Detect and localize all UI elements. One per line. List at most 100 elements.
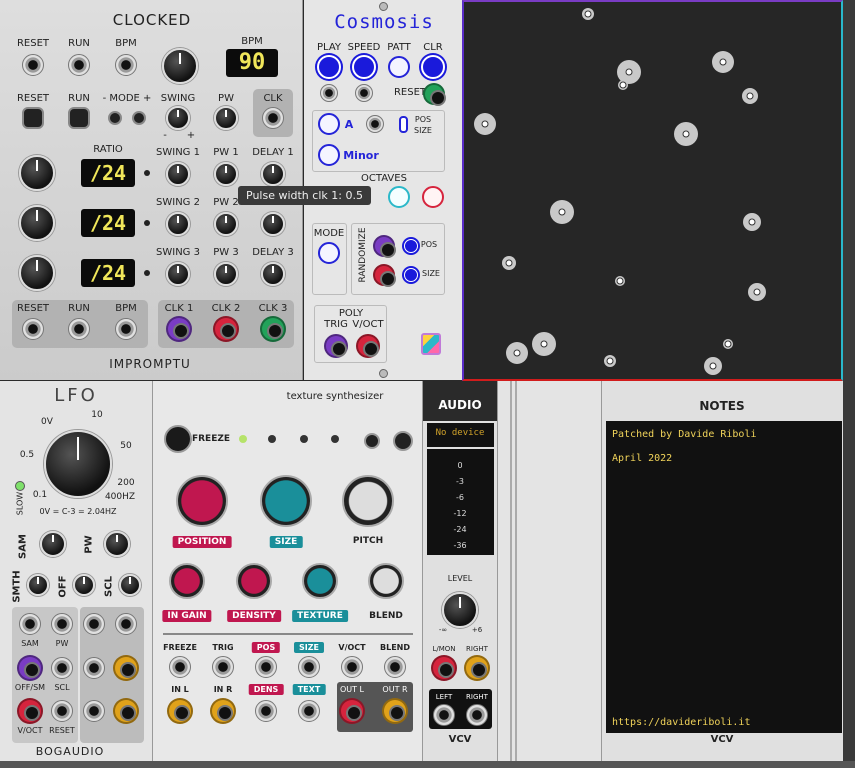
blend-jack[interactable]	[384, 656, 406, 678]
voct-jack[interactable]	[341, 656, 363, 678]
clk-out-jack[interactable]	[262, 107, 284, 129]
bpm-knob[interactable]	[162, 48, 198, 84]
out-r-jack[interactable]	[382, 698, 408, 724]
notes-text: Patched by Davide Riboli April 2022	[612, 429, 757, 464]
ratio-knob-3[interactable]	[19, 255, 55, 291]
clk1-out-jack[interactable]	[166, 316, 192, 342]
pitch-knob[interactable]	[342, 475, 394, 527]
in-gain-knob[interactable]	[169, 563, 205, 599]
text-jack[interactable]	[298, 700, 320, 722]
smth-knob[interactable]	[27, 574, 49, 596]
pw-label: PW	[83, 535, 95, 554]
mode-plus-button[interactable]	[132, 111, 146, 125]
dens-jack[interactable]	[255, 700, 277, 722]
in-r-jack[interactable]	[210, 698, 236, 724]
frequency-knob[interactable]	[44, 430, 112, 498]
swing1-knob[interactable]	[166, 162, 190, 186]
play-button[interactable]	[317, 55, 341, 79]
octave-knob-red[interactable]	[422, 186, 444, 208]
scl-jack[interactable]	[51, 657, 73, 679]
random-pos-button[interactable]	[404, 239, 418, 253]
run-out-jack[interactable]	[68, 318, 90, 340]
size-knob[interactable]	[260, 475, 312, 527]
play-jack[interactable]	[320, 84, 338, 102]
pos-jack[interactable]	[255, 656, 277, 678]
sine-out-jack[interactable]	[83, 613, 105, 635]
reset-jack[interactable]	[51, 700, 73, 722]
reset-jack[interactable]	[423, 83, 446, 106]
left-out-jack[interactable]	[433, 704, 455, 726]
clk2-out-jack[interactable]	[213, 316, 239, 342]
random-purple-jack[interactable]	[373, 235, 396, 258]
mode-knob[interactable]	[318, 242, 340, 264]
cosmosis-display[interactable]	[462, 0, 843, 381]
mode-button[interactable]	[393, 431, 413, 451]
root-jack[interactable]	[366, 115, 384, 133]
pw2-knob[interactable]	[214, 212, 238, 236]
reset-in-jack[interactable]	[22, 54, 44, 76]
triangle-out-jack[interactable]	[115, 613, 137, 635]
quality-button[interactable]	[364, 433, 380, 449]
position-knob[interactable]	[176, 475, 228, 527]
reset-out-jack[interactable]	[22, 318, 44, 340]
speed-jack[interactable]	[355, 84, 373, 102]
root-knob[interactable]	[318, 113, 340, 135]
freeze-button[interactable]	[164, 425, 192, 453]
pw-knob[interactable]	[104, 531, 130, 557]
lmon-jack[interactable]	[431, 655, 457, 681]
right-in-jack[interactable]	[464, 655, 490, 681]
run-in-jack[interactable]	[68, 54, 90, 76]
ratio-knob-2[interactable]	[19, 205, 55, 241]
slow-led[interactable]	[15, 481, 25, 491]
pw3-knob[interactable]	[214, 262, 238, 286]
bpm-out-jack[interactable]	[115, 318, 137, 340]
blend-knob[interactable]	[368, 563, 404, 599]
swing2-knob[interactable]	[166, 212, 190, 236]
trig-out-jack[interactable]	[324, 334, 348, 358]
delay1-knob[interactable]	[261, 162, 285, 186]
sam-jack[interactable]	[19, 613, 41, 635]
offsm-jack[interactable]	[17, 655, 43, 681]
density-knob[interactable]	[236, 563, 272, 599]
mode-minus-button[interactable]	[108, 111, 122, 125]
scl-knob[interactable]	[119, 574, 141, 596]
off-knob[interactable]	[73, 574, 95, 596]
random-size-button[interactable]	[404, 268, 418, 282]
patt-knob[interactable]	[388, 56, 410, 78]
reset-button[interactable]	[22, 107, 44, 129]
density-label: DENSITY	[227, 610, 281, 622]
right-out-jack[interactable]	[466, 704, 488, 726]
speed-knob[interactable]	[352, 55, 376, 79]
pw1-knob[interactable]	[214, 162, 238, 186]
in-l-jack[interactable]	[167, 698, 193, 724]
steps-out-jack[interactable]	[113, 698, 139, 724]
notes-text-area[interactable]	[606, 421, 842, 733]
bpm-in-jack[interactable]	[115, 54, 137, 76]
voct-out-jack[interactable]	[356, 334, 380, 358]
square-out-jack[interactable]	[113, 655, 139, 681]
level-knob[interactable]	[442, 592, 478, 628]
delay2-knob[interactable]	[261, 212, 285, 236]
swing3-knob[interactable]	[166, 262, 190, 286]
pw-jack[interactable]	[51, 613, 73, 635]
clr-button[interactable]	[421, 55, 445, 79]
saw-out-jack[interactable]	[83, 657, 105, 679]
ramp-out-jack[interactable]	[83, 700, 105, 722]
ratio-knob-1[interactable]	[19, 155, 55, 191]
scale-knob[interactable]	[318, 144, 340, 166]
out-l-jack[interactable]	[339, 698, 365, 724]
run-button[interactable]	[68, 107, 90, 129]
pw-knob[interactable]	[214, 106, 238, 130]
texture-knob[interactable]	[302, 563, 338, 599]
swing-knob[interactable]	[166, 106, 190, 130]
sam-knob[interactable]	[40, 531, 66, 557]
voct-jack[interactable]	[17, 698, 43, 724]
random-red-jack[interactable]	[373, 264, 396, 287]
octave-knob-teal[interactable]	[388, 186, 410, 208]
clk3-out-jack[interactable]	[260, 316, 286, 342]
delay3-knob[interactable]	[261, 262, 285, 286]
pos-size-switch[interactable]	[399, 116, 408, 133]
trig-jack[interactable]	[212, 656, 234, 678]
size-jack[interactable]	[298, 656, 320, 678]
freeze-jack[interactable]	[169, 656, 191, 678]
